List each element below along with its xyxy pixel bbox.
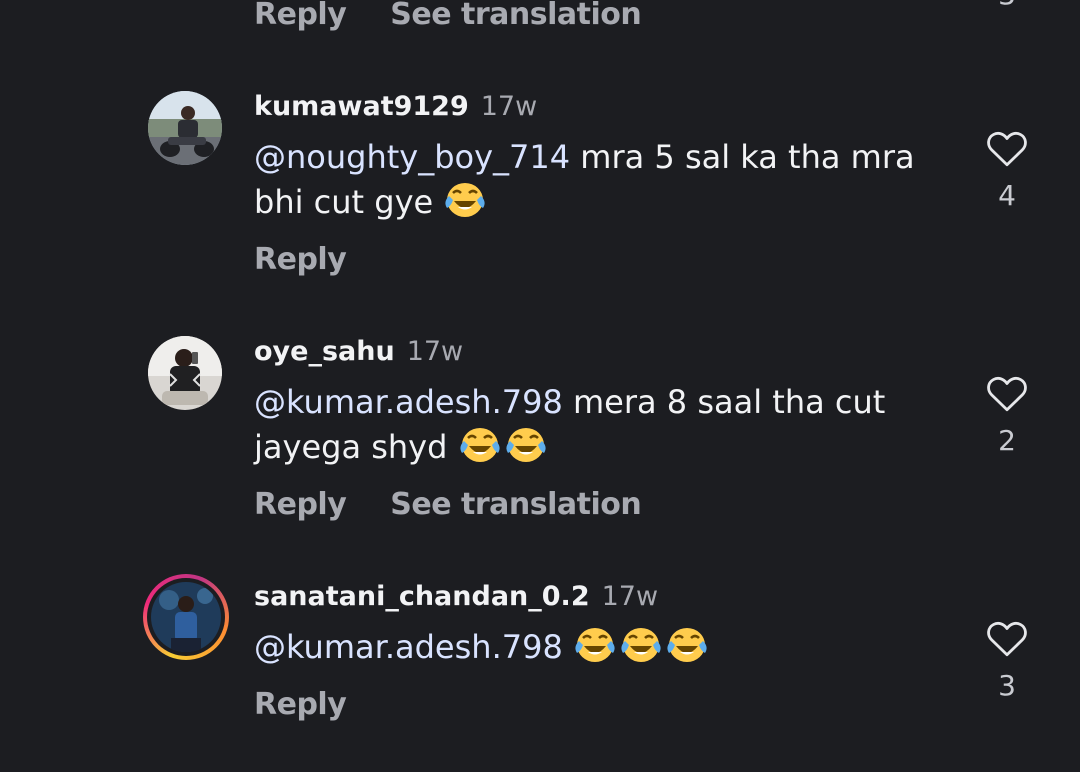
- comment-body-line1: [563, 628, 573, 666]
- previous-comment-actions: Reply See translation: [254, 0, 642, 36]
- like-count: 4: [998, 179, 1016, 212]
- laughing-emoji-icon: [619, 625, 663, 665]
- comment-meta: kumawat9129 17w: [254, 91, 537, 125]
- comment-text: @kumar.adesh.798: [254, 625, 954, 670]
- like-control: 3: [984, 619, 1030, 702]
- like-count: 3: [984, 0, 1030, 11]
- comments-screen: Reply See translation 3 kumawat9129 17w …: [0, 0, 1080, 772]
- like-control: 4: [984, 129, 1030, 212]
- comment-body-line1: mera 8 saal tha cut: [562, 383, 886, 421]
- comment-actions: Reply: [254, 684, 347, 724]
- laughing-emoji-icon: [443, 180, 487, 220]
- comment-text: @noughty_boy_714 mra 5 sal ka tha mra bh…: [254, 135, 954, 225]
- like-control: 2: [984, 374, 1030, 457]
- avatar-image: [148, 91, 222, 165]
- reply-button[interactable]: Reply: [254, 487, 347, 522]
- avatar: [151, 582, 221, 652]
- heart-outline-icon[interactable]: [986, 129, 1028, 169]
- username[interactable]: sanatani_chandan_0.2: [254, 581, 590, 612]
- laughing-emoji-icon: [458, 425, 502, 465]
- comment-text: @kumar.adesh.798 mera 8 saal tha cut jay…: [254, 380, 954, 470]
- comment-actions: Reply See translation: [254, 484, 642, 524]
- username[interactable]: kumawat9129: [254, 91, 469, 122]
- comment-meta: oye_sahu 17w: [254, 336, 463, 370]
- timestamp: 17w: [406, 336, 464, 367]
- username[interactable]: oye_sahu: [254, 336, 395, 367]
- story-ring-gap: [147, 578, 225, 656]
- timestamp: 17w: [601, 581, 659, 612]
- see-translation-button[interactable]: See translation: [390, 0, 641, 32]
- avatar[interactable]: [148, 336, 222, 410]
- comment-body-line1: mra 5 sal ka tha mra: [570, 138, 915, 176]
- reply-button[interactable]: Reply: [254, 242, 347, 277]
- laughing-emoji-icon: [504, 425, 548, 465]
- mention-link[interactable]: @kumar.adesh.798: [254, 383, 563, 421]
- comment-meta: sanatani_chandan_0.2 17w: [254, 581, 658, 615]
- comment-body-line2: bhi cut gye: [254, 183, 444, 221]
- laughing-emoji-icon: [573, 625, 617, 665]
- like-count: 2: [998, 424, 1016, 457]
- avatar[interactable]: [148, 91, 222, 165]
- avatar-with-story-ring[interactable]: [143, 574, 229, 660]
- see-translation-button[interactable]: See translation: [390, 487, 641, 522]
- avatar-image: [151, 582, 221, 652]
- like-count: 3: [998, 669, 1016, 702]
- avatar-image: [148, 336, 222, 410]
- heart-outline-icon[interactable]: [986, 619, 1028, 659]
- mention-link[interactable]: @noughty_boy_714: [254, 138, 570, 176]
- timestamp: 17w: [480, 91, 538, 122]
- mention-link[interactable]: @kumar.adesh.798: [254, 628, 563, 666]
- comment-body-line2: jayega shyd: [254, 428, 458, 466]
- laughing-emoji-icon: [665, 625, 709, 665]
- comment-actions: Reply: [254, 239, 347, 279]
- reply-button[interactable]: Reply: [254, 687, 347, 722]
- reply-button[interactable]: Reply: [254, 0, 347, 32]
- heart-outline-icon[interactable]: [986, 374, 1028, 414]
